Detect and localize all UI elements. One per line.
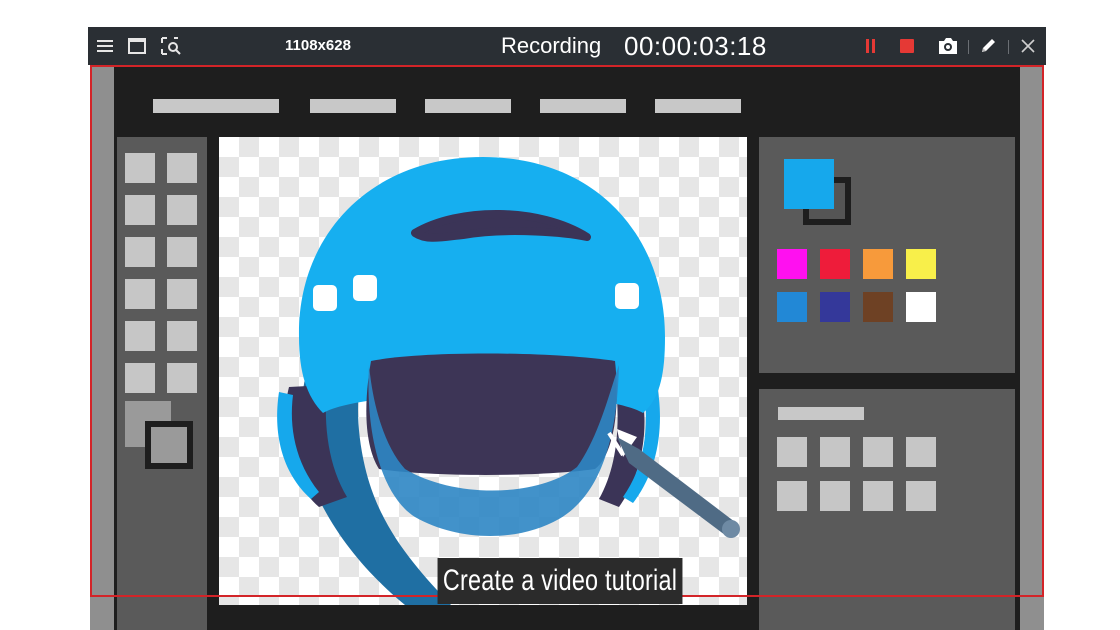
- layers-panel: [759, 389, 1015, 630]
- color-swatch[interactable]: [777, 292, 807, 322]
- foreground-color-chip[interactable]: [145, 421, 193, 469]
- primary-color-chip[interactable]: [784, 159, 834, 209]
- stop-icon[interactable]: [898, 27, 916, 65]
- tool-panel: [117, 137, 207, 630]
- color-swatch[interactable]: [777, 249, 807, 279]
- recording-status: Recording: [501, 33, 602, 58]
- panel-item[interactable]: [863, 437, 893, 467]
- video-caption: Create a video tutorial: [437, 558, 683, 604]
- panel-item[interactable]: [777, 437, 807, 467]
- panel-item[interactable]: [820, 481, 850, 511]
- tool-button[interactable]: [125, 153, 155, 183]
- color-swatch[interactable]: [863, 249, 893, 279]
- tool-button[interactable]: [167, 279, 197, 309]
- color-swatch[interactable]: [906, 249, 936, 279]
- color-panel: [759, 137, 1015, 373]
- panel-item[interactable]: [906, 481, 936, 511]
- recorder-toolbar: 1108x628 Recording 00:00:03:18: [88, 27, 1046, 65]
- drawing-canvas[interactable]: [219, 137, 747, 605]
- menu-bar-item[interactable]: [153, 99, 279, 113]
- color-swatch[interactable]: [863, 292, 893, 322]
- left-frame-strip: [90, 65, 114, 630]
- region-select-icon[interactable]: [158, 27, 184, 65]
- pencil-icon[interactable]: [977, 27, 999, 65]
- color-swatch[interactable]: [820, 249, 850, 279]
- recording-timer: 00:00:03:18: [624, 31, 767, 61]
- tool-button[interactable]: [167, 153, 197, 183]
- tool-button[interactable]: [125, 237, 155, 267]
- color-swatch[interactable]: [820, 292, 850, 322]
- menu-icon[interactable]: [94, 27, 116, 65]
- panel-item[interactable]: [863, 481, 893, 511]
- panel-item[interactable]: [906, 437, 936, 467]
- tool-button[interactable]: [167, 321, 197, 351]
- region-dimensions: 1108x628: [285, 37, 351, 54]
- recorded-screen: [90, 65, 1044, 630]
- menu-bar-item[interactable]: [425, 99, 511, 113]
- tool-button[interactable]: [167, 195, 197, 225]
- camera-icon[interactable]: [936, 27, 960, 65]
- helmet-illustration: [277, 157, 740, 605]
- tool-button[interactable]: [125, 363, 155, 393]
- tool-button[interactable]: [125, 321, 155, 351]
- menu-bar-item[interactable]: [540, 99, 626, 113]
- tool-button[interactable]: [125, 195, 155, 225]
- pause-icon[interactable]: [863, 27, 879, 65]
- tool-button[interactable]: [167, 363, 197, 393]
- panel-title-bar: [778, 407, 864, 420]
- menu-bar-item[interactable]: [310, 99, 396, 113]
- color-swatch[interactable]: [906, 292, 936, 322]
- menu-bar-item[interactable]: [655, 99, 741, 113]
- tool-button[interactable]: [167, 237, 197, 267]
- window-icon[interactable]: [126, 27, 148, 65]
- close-icon[interactable]: [1018, 27, 1038, 65]
- panel-item[interactable]: [777, 481, 807, 511]
- tool-button[interactable]: [125, 279, 155, 309]
- panel-item[interactable]: [820, 437, 850, 467]
- right-frame-strip: [1020, 65, 1044, 630]
- panel-divider: [759, 373, 1015, 389]
